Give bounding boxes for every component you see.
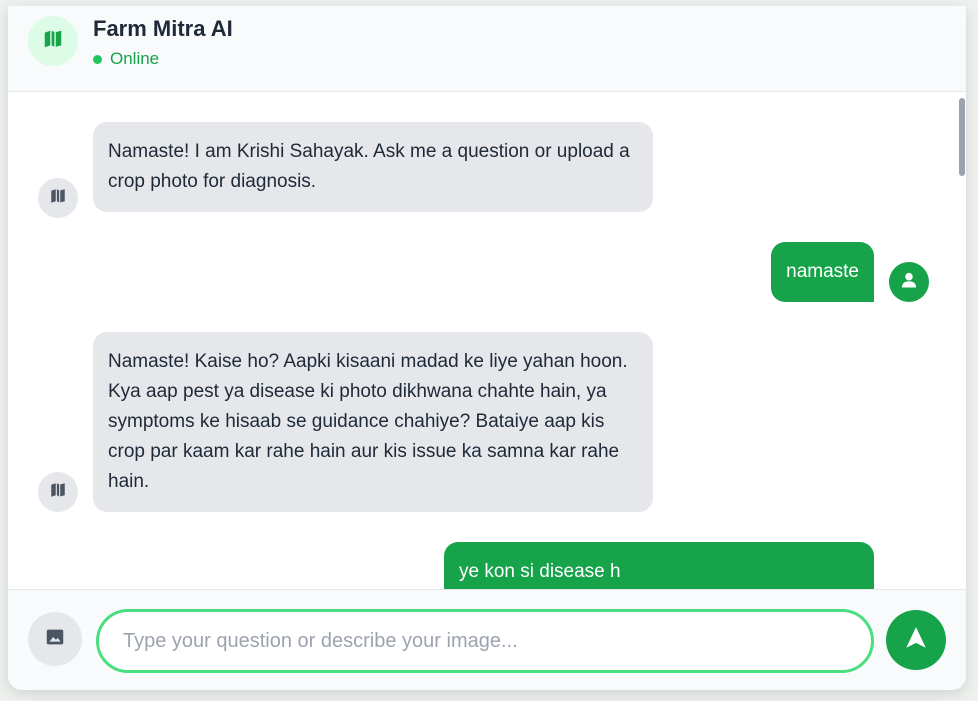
status-indicator: Online (93, 49, 159, 69)
bot-avatar (38, 178, 78, 218)
user-icon (899, 270, 919, 295)
chat-header: Farm Mitra AI Online (8, 6, 966, 92)
message-input[interactable] (96, 609, 874, 673)
user-message: namaste (771, 242, 874, 302)
map-icon (49, 481, 67, 504)
map-icon (49, 187, 67, 210)
send-button[interactable] (886, 610, 946, 670)
map-icon (42, 28, 64, 55)
status-text: Online (110, 49, 160, 68)
send-arrow-icon (903, 625, 929, 656)
upload-image-button[interactable] (28, 612, 82, 666)
scrollbar-thumb[interactable] (959, 98, 965, 176)
bot-message: Namaste! Kaise ho? Aapki kisaani madad k… (93, 332, 653, 512)
message-list[interactable]: Namaste! I am Krishi Sahayak. Ask me a q… (8, 92, 966, 589)
composer (8, 589, 966, 690)
image-icon (44, 626, 66, 653)
user-message: ye kon si disease h (444, 542, 874, 589)
bot-message: Namaste! I am Krishi Sahayak. Ask me a q… (93, 122, 653, 212)
message-scrollbar[interactable] (958, 92, 966, 589)
chat-title: Farm Mitra AI (93, 16, 233, 41)
online-dot (93, 54, 102, 64)
bot-avatar (38, 472, 78, 512)
user-avatar (889, 262, 929, 302)
app-logo (28, 16, 78, 66)
chat-window: Farm Mitra AI Online Namaste! I am Krish… (8, 6, 966, 690)
